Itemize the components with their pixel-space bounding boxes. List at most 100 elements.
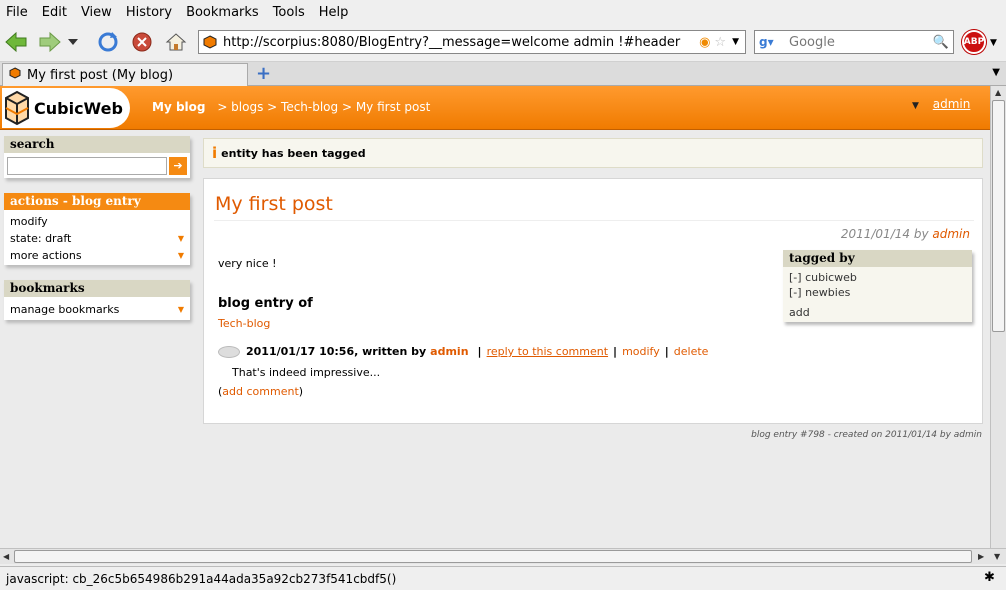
site-search-input[interactable] (7, 157, 167, 175)
tagged-by-box: tagged by [-] cubicweb [-] newbies add (783, 250, 972, 322)
more-actions-dropdown-icon[interactable]: ▼ (178, 247, 184, 264)
scroll-right-icon[interactable]: ▶ (978, 552, 984, 561)
tab-my-first-post[interactable]: My first post (My blog) (2, 63, 248, 86)
post-date: 2011/01/14 (840, 227, 911, 241)
action-state[interactable]: state: draft ▼ (4, 230, 190, 247)
entity-footer: blog entry #798 - created on 2011/01/14 … (751, 430, 982, 440)
site-header: CubicWeb My blog > blogs > Tech-blog > M… (0, 86, 990, 130)
bookmarks-box: bookmarks manage bookmarks ▼ (4, 280, 190, 320)
untag-button[interactable]: [-] (789, 271, 802, 284)
tab-bar: My first post (My blog) + ▼ (0, 62, 1006, 86)
horizontal-scroll-thumb[interactable] (14, 550, 972, 563)
rss-feed-icon[interactable]: ◉ (699, 35, 710, 50)
page-viewport: CubicWeb My blog > blogs > Tech-blog > M… (0, 86, 990, 548)
comment-delete-link[interactable]: delete (674, 345, 709, 358)
menubar: File Edit View History Bookmarks Tools H… (0, 0, 1006, 24)
menu-bookmarks[interactable]: Bookmarks (186, 5, 259, 20)
home-icon[interactable] (164, 30, 188, 54)
url-dropdown-icon[interactable]: ▼ (732, 37, 739, 47)
add-comment-link[interactable]: add comment (222, 385, 298, 398)
reply-link[interactable]: reply to this comment (487, 345, 608, 358)
search-go-icon[interactable]: ➔ (169, 157, 187, 175)
post-author-link[interactable]: admin (932, 227, 970, 241)
info-icon: i (212, 144, 218, 162)
action-modify[interactable]: modify (4, 213, 190, 230)
bookmarks-dropdown-icon[interactable]: ▼ (178, 301, 184, 318)
search-bar[interactable]: g▾ Google 🔍 (754, 30, 954, 54)
comment-bubble-icon (218, 345, 240, 358)
history-dropdown-icon[interactable] (66, 30, 80, 54)
add-tag-link[interactable]: add (783, 305, 972, 320)
status-message-text: entity has been tagged (221, 146, 366, 160)
manage-bookmarks[interactable]: manage bookmarks ▼ (4, 301, 190, 318)
post-body: very nice ! (218, 257, 277, 270)
stop-icon[interactable] (130, 30, 154, 54)
url-text[interactable]: http://scorpius:8080/BlogEntry?__message… (221, 35, 699, 50)
menu-file[interactable]: File (6, 5, 28, 20)
main-content: My first post 2011/01/14 by admin very n… (203, 178, 983, 424)
user-dropdown-icon[interactable]: ▼ (912, 101, 919, 111)
abp-dropdown-icon[interactable]: ▼ (990, 38, 997, 48)
vertical-scroll-thumb[interactable] (992, 100, 1005, 332)
comment-author-link[interactable]: admin (430, 345, 468, 358)
adblock-icon[interactable]: ABP (962, 30, 986, 54)
search-input[interactable]: Google (789, 35, 933, 50)
tag-item: [-] cubicweb (783, 270, 972, 285)
menu-view[interactable]: View (81, 5, 112, 20)
action-more[interactable]: more actions ▼ (4, 247, 190, 264)
url-bar[interactable]: http://scorpius:8080/BlogEntry?__message… (198, 30, 746, 54)
menu-help[interactable]: Help (319, 5, 349, 20)
reload-icon[interactable] (96, 30, 120, 54)
bookmark-star-icon[interactable]: ☆ (714, 35, 726, 50)
vertical-scrollbar[interactable]: ▲ (990, 86, 1006, 548)
blog-link[interactable]: Tech-blog (218, 317, 270, 330)
firebug-bug-icon[interactable]: ✱ (984, 570, 995, 585)
comment-modify-link[interactable]: modify (622, 345, 660, 358)
user-menu[interactable]: ▼ admin (912, 97, 970, 111)
add-comment: (add comment) (218, 385, 304, 398)
actions-box-title: actions - blog entry (4, 193, 190, 210)
menu-edit[interactable]: Edit (42, 5, 67, 20)
entry-of-heading: blog entry of (218, 296, 313, 311)
comment-text: That's indeed impressive... (232, 366, 381, 379)
menu-history[interactable]: History (126, 5, 172, 20)
search-box-title: search (4, 136, 190, 153)
breadcrumb-path[interactable]: > blogs > Tech-blog > My first post (217, 100, 430, 114)
separator: | (613, 345, 618, 358)
separator: | (477, 345, 482, 358)
state-dropdown-icon[interactable]: ▼ (178, 230, 184, 247)
logo-text: CubicWeb (34, 98, 123, 118)
manage-bookmarks-label: manage bookmarks (10, 303, 120, 316)
breadcrumb-site[interactable]: My blog (152, 100, 205, 114)
separator: | (664, 345, 669, 358)
user-link[interactable]: admin (933, 97, 971, 111)
tab-list-dropdown-icon[interactable]: ▼ (992, 67, 1000, 78)
status-bar: javascript: cb_26c5b654986b291a44ada35a9… (0, 566, 1006, 590)
tagged-by-title: tagged by (783, 250, 972, 267)
tag-item: [-] newbies (783, 285, 972, 300)
cubicweb-logo[interactable]: CubicWeb (2, 88, 130, 128)
new-tab-icon[interactable]: + (256, 65, 271, 83)
comment-date: 2011/01/17 10:56, written by (246, 345, 427, 358)
search-engine-icon[interactable]: g▾ (755, 35, 789, 49)
horizontal-scrollbar[interactable]: ◀ ▶ ▼ (0, 548, 1006, 564)
tag-link[interactable]: cubicweb (805, 271, 857, 284)
menu-tools[interactable]: Tools (273, 5, 305, 20)
tag-link[interactable]: newbies (805, 286, 850, 299)
post-meta: 2011/01/14 by admin (841, 227, 970, 241)
back-arrow-icon[interactable] (4, 30, 28, 54)
scroll-left-icon[interactable]: ◀ (3, 552, 9, 561)
tab-title: My first post (My blog) (27, 67, 174, 83)
title-divider (214, 220, 974, 221)
action-more-label: more actions (10, 249, 82, 262)
forward-arrow-icon[interactable] (38, 30, 62, 54)
nav-toolbar: http://scorpius:8080/BlogEntry?__message… (0, 24, 1006, 62)
action-modify-label: modify (10, 215, 48, 228)
action-state-label: state: draft (10, 232, 72, 245)
scroll-down-icon[interactable]: ▼ (994, 552, 1000, 561)
magnifier-icon[interactable]: 🔍 (933, 35, 949, 50)
scroll-up-icon[interactable]: ▲ (995, 88, 1001, 97)
untag-button[interactable]: [-] (789, 286, 802, 299)
status-text: javascript: cb_26c5b654986b291a44ada35a9… (6, 571, 397, 586)
site-favicon-icon (199, 31, 221, 53)
